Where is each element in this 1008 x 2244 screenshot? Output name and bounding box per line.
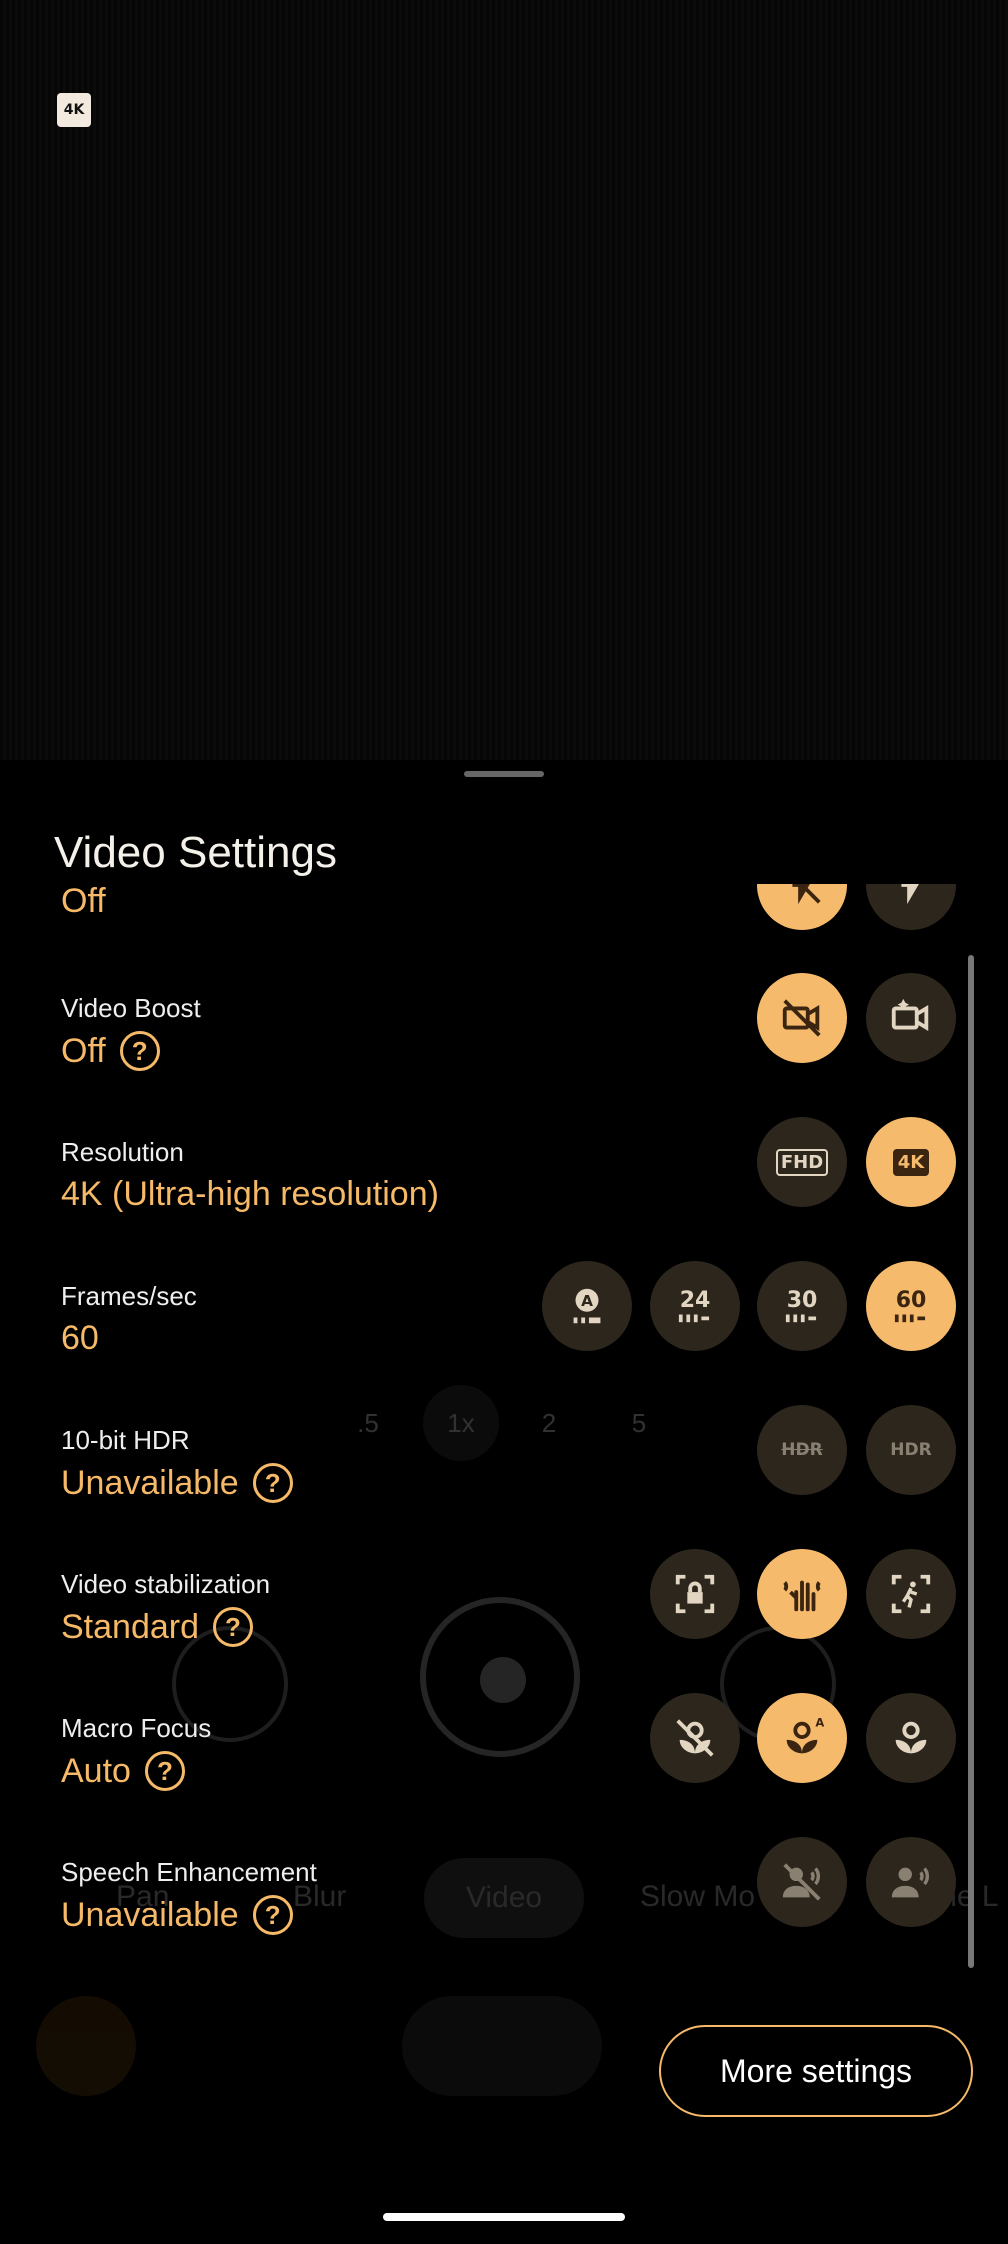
- resolution-4k-button[interactable]: 4K: [866, 1117, 956, 1207]
- hdr-on-button: HDR: [866, 1405, 956, 1495]
- stabilization-help-icon[interactable]: ?: [213, 1607, 253, 1647]
- uhd-label: 4K: [892, 1148, 930, 1176]
- macro-focus-label: Macro Focus: [61, 1713, 212, 1743]
- video-boost-value: Off ?: [61, 1031, 160, 1071]
- sheet-title: Video Settings: [54, 828, 337, 877]
- macro-on-icon[interactable]: [866, 1693, 956, 1783]
- hdr-row: 10-bit HDR Unavailable ? HDR HDR: [0, 1405, 1008, 1565]
- macro-focus-row: Macro Focus Auto ? A: [0, 1693, 1008, 1853]
- home-indicator[interactable]: [383, 2213, 625, 2221]
- resolution-row: Resolution 4K (Ultra-high resolution) FH…: [0, 1117, 1008, 1277]
- stabilization-row: Video stabilization Standard ?: [0, 1549, 1008, 1709]
- speech-enhancement-row: Speech Enhancement Unavailable ?: [0, 1837, 1008, 1997]
- video-settings-sheet: Video Settings Off Video Boost Off ? Res…: [0, 760, 1008, 2244]
- svg-text:A: A: [815, 1716, 824, 1730]
- flash-row: Off: [0, 884, 1008, 944]
- hdr-value-text: Unavailable: [61, 1463, 239, 1502]
- speech-enhancement-value-text: Unavailable: [61, 1895, 239, 1934]
- video-boost-row: Video Boost Off ?: [0, 973, 1008, 1133]
- more-settings-button[interactable]: More settings: [659, 2025, 973, 2117]
- hdr-on-label: HDR: [890, 1440, 932, 1460]
- fhd-label: FHD: [775, 1148, 829, 1176]
- macro-off-icon[interactable]: [650, 1693, 740, 1783]
- svg-text:A: A: [581, 1292, 593, 1310]
- fps-60-label: 60: [895, 1288, 927, 1313]
- flash-off-icon[interactable]: [757, 884, 847, 930]
- macro-focus-value: Auto ?: [61, 1751, 185, 1791]
- fps-label: Frames/sec: [61, 1281, 197, 1311]
- macro-focus-help-icon[interactable]: ?: [144, 1751, 185, 1791]
- fps-24-label: 24: [679, 1288, 711, 1313]
- fps-value: 60: [61, 1319, 99, 1357]
- video-boost-label: Video Boost: [61, 993, 201, 1023]
- resolution-fhd-button[interactable]: FHD: [757, 1117, 847, 1207]
- hdr-value: Unavailable ?: [61, 1463, 293, 1503]
- stabilization-label: Video stabilization: [61, 1569, 271, 1599]
- stabilization-active-icon[interactable]: [866, 1549, 956, 1639]
- speech-enhancement-value: Unavailable ?: [61, 1895, 293, 1935]
- fps-60-bars: ▮▮▮▬: [894, 1313, 928, 1324]
- resolution-label: Resolution: [61, 1137, 184, 1167]
- hdr-off-button: HDR: [757, 1405, 847, 1495]
- fps-30-bars: ▮▮▮▬: [785, 1313, 819, 1324]
- video-boost-help-icon[interactable]: ?: [119, 1031, 160, 1071]
- fps-30-label: 30: [786, 1288, 818, 1313]
- video-boost-value-text: Off: [61, 1031, 106, 1070]
- video-boost-on-icon[interactable]: [866, 973, 956, 1063]
- drag-handle[interactable]: [464, 771, 544, 777]
- hdr-help-icon[interactable]: ?: [252, 1463, 293, 1503]
- hdr-label: 10-bit HDR: [61, 1425, 190, 1455]
- macro-focus-value-text: Auto: [61, 1751, 131, 1790]
- speech-off-icon: [757, 1837, 847, 1927]
- fps-24-bars: ▮▮▮▬: [678, 1313, 712, 1324]
- video-boost-off-icon[interactable]: [757, 973, 847, 1063]
- macro-auto-icon[interactable]: A: [757, 1693, 847, 1783]
- speech-on-icon: [866, 1837, 956, 1927]
- flash-on-icon[interactable]: [866, 884, 956, 930]
- stabilization-locked-icon[interactable]: [650, 1549, 740, 1639]
- fps-60-button[interactable]: 60 ▮▮▮▬: [866, 1261, 956, 1351]
- speech-enhancement-help-icon[interactable]: ?: [252, 1895, 293, 1935]
- speech-enhancement-label: Speech Enhancement: [61, 1857, 317, 1887]
- fps-24-button[interactable]: 24 ▮▮▮▬: [650, 1261, 740, 1351]
- stabilization-standard-icon[interactable]: [757, 1549, 847, 1639]
- fps-auto-icon[interactable]: A: [542, 1261, 632, 1351]
- resolution-value: 4K (Ultra-high resolution): [61, 1175, 439, 1213]
- fps-row: Frames/sec 60 A 24 ▮▮▮▬ 30 ▮▮▮▬ 60 ▮▮▮▬: [0, 1261, 1008, 1421]
- stabilization-value: Standard ?: [61, 1607, 253, 1647]
- fps-30-button[interactable]: 30 ▮▮▮▬: [757, 1261, 847, 1351]
- hdr-off-label: HDR: [781, 1440, 823, 1460]
- stabilization-value-text: Standard: [61, 1607, 199, 1646]
- flash-value: Off: [61, 884, 106, 920]
- settings-scrollbar[interactable]: [968, 955, 974, 1968]
